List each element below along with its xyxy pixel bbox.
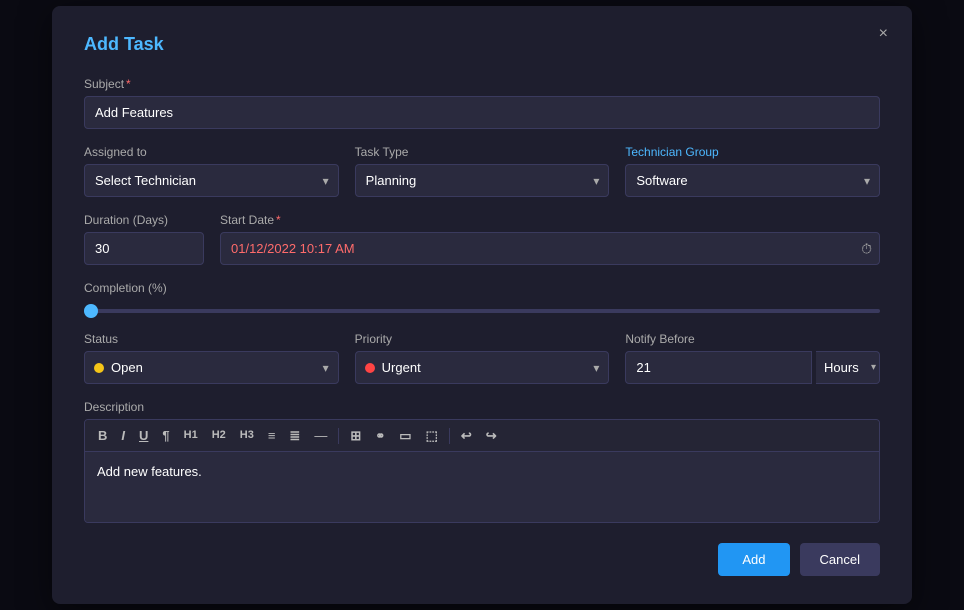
- start-date-input[interactable]: [220, 232, 880, 265]
- editor-container: B I U ¶ H1 H2 H3 ≡ ≣ — ⊞ ⚭ ▭ ⬚ ↩: [84, 419, 880, 523]
- redo-button[interactable]: ↪: [481, 426, 502, 445]
- link-button[interactable]: ⚭: [370, 427, 390, 445]
- task-type-label: Task Type: [355, 145, 610, 159]
- task-type-select-wrapper: Planning: [355, 164, 610, 197]
- task-type-group: Task Type Planning: [355, 145, 610, 197]
- technician-group-select-wrapper: Software: [625, 164, 880, 197]
- priority-group: Priority Urgent: [355, 332, 610, 384]
- underline-button[interactable]: U: [134, 426, 153, 445]
- toolbar-divider-1: [338, 428, 339, 444]
- subject-input[interactable]: [84, 96, 880, 129]
- task-type-select[interactable]: Planning: [355, 164, 610, 197]
- notify-unit-wrapper: Hours: [816, 351, 880, 384]
- assigned-to-select[interactable]: Select Technician: [84, 164, 339, 197]
- assigned-to-label: Assigned to: [84, 145, 339, 159]
- duration-group: Duration (Days): [84, 213, 204, 265]
- h3-button[interactable]: H3: [235, 427, 259, 444]
- notify-before-label: Notify Before: [625, 332, 880, 346]
- modal-footer: Add Cancel: [84, 543, 880, 576]
- unordered-list-button[interactable]: ≡: [263, 426, 281, 445]
- undo-button[interactable]: ↩: [456, 426, 477, 445]
- description-editor[interactable]: Add new features.: [85, 452, 879, 522]
- cancel-button[interactable]: Cancel: [800, 543, 880, 576]
- status-select[interactable]: Open: [84, 351, 339, 384]
- start-date-group: Start Date* ⏱: [220, 213, 880, 265]
- duration-input[interactable]: [84, 232, 204, 265]
- h2-button[interactable]: H2: [207, 427, 231, 444]
- overlay: Add Task × Subject* Assigned to Select T…: [0, 0, 964, 610]
- add-button[interactable]: Add: [718, 543, 789, 576]
- completion-label: Completion (%): [84, 281, 880, 295]
- priority-select-wrapper: Urgent: [355, 351, 610, 384]
- assigned-to-select-wrapper: Select Technician: [84, 164, 339, 197]
- notify-before-input[interactable]: [625, 351, 812, 384]
- priority-label: Priority: [355, 332, 610, 346]
- status-group: Status Open: [84, 332, 339, 384]
- status-select-wrapper: Open: [84, 351, 339, 384]
- embed-button[interactable]: ▭: [394, 426, 416, 445]
- table-button[interactable]: ⊞: [345, 426, 366, 445]
- close-button[interactable]: ×: [879, 26, 888, 42]
- technician-group-label: Technician Group: [625, 145, 880, 159]
- technician-group-select[interactable]: Software: [625, 164, 880, 197]
- start-date-wrapper: ⏱: [220, 232, 880, 265]
- notify-before-input-row: Hours: [625, 351, 880, 384]
- technician-group-group: Technician Group Software: [625, 145, 880, 197]
- completion-slider[interactable]: [84, 309, 880, 313]
- modal-title: Add Task: [84, 34, 880, 55]
- description-section: Description B I U ¶ H1 H2 H3 ≡ ≣ — ⊞ ⚭ ▭: [84, 400, 880, 523]
- completion-group: Completion (%): [84, 281, 880, 316]
- subject-label: Subject*: [84, 77, 880, 91]
- modal-dialog: Add Task × Subject* Assigned to Select T…: [52, 6, 912, 604]
- notify-before-group: Notify Before Hours: [625, 332, 880, 384]
- description-label: Description: [84, 400, 880, 414]
- editor-toolbar: B I U ¶ H1 H2 H3 ≡ ≣ — ⊞ ⚭ ▭ ⬚ ↩: [85, 420, 879, 452]
- toolbar-divider-2: [449, 428, 450, 444]
- ordered-list-button[interactable]: ≣: [284, 426, 305, 445]
- subject-group: Subject*: [84, 77, 880, 129]
- image-button[interactable]: ⬚: [421, 426, 443, 445]
- paragraph-button[interactable]: ¶: [157, 426, 174, 445]
- italic-button[interactable]: I: [116, 426, 130, 445]
- description-content: Add new features.: [97, 464, 202, 479]
- notify-unit-select[interactable]: Hours: [816, 351, 880, 384]
- priority-select[interactable]: Urgent: [355, 351, 610, 384]
- bold-button[interactable]: B: [93, 426, 112, 445]
- duration-label: Duration (Days): [84, 213, 204, 227]
- hr-button[interactable]: —: [309, 426, 332, 445]
- assigned-to-group: Assigned to Select Technician: [84, 145, 339, 197]
- status-label: Status: [84, 332, 339, 346]
- start-date-label: Start Date*: [220, 213, 880, 227]
- h1-button[interactable]: H1: [179, 427, 203, 444]
- clock-icon: ⏱: [861, 240, 872, 257]
